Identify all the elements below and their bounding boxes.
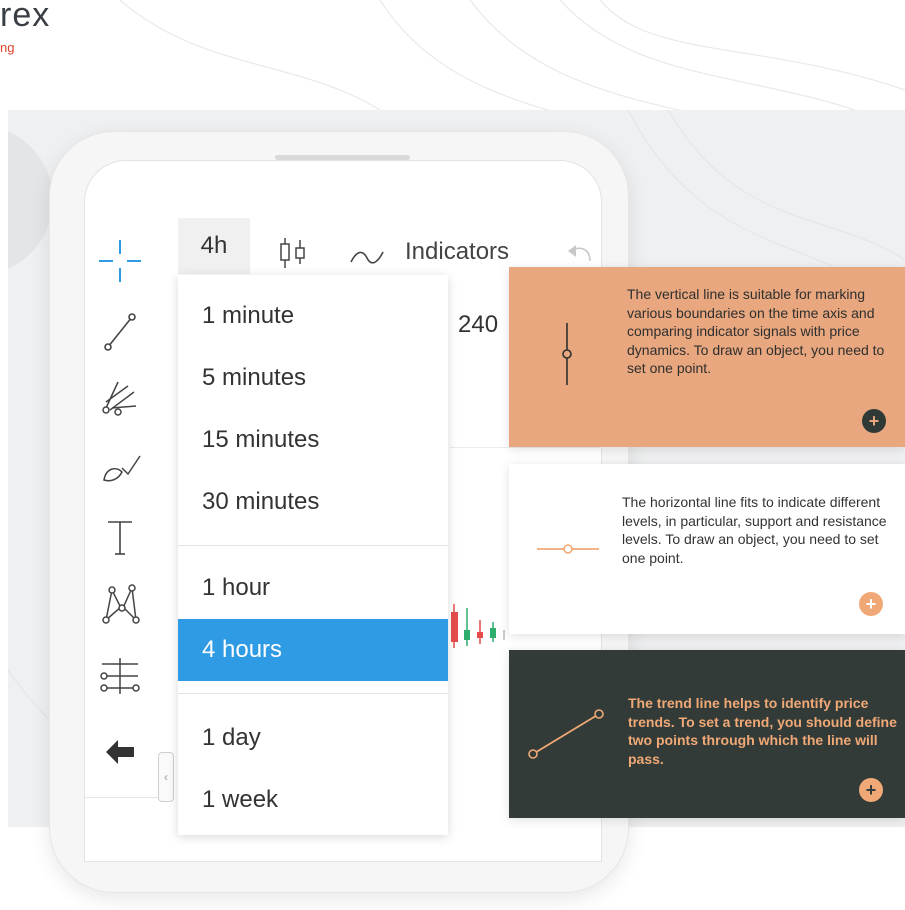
vertical-line-description: The vertical line is suitable for markin… [627,286,885,376]
horizontal-line-card: The horizontal line fits to indicate dif… [509,464,905,634]
pitchfork-icon[interactable] [90,370,150,420]
line-tool-icon[interactable] [90,307,150,357]
timeframe-option-15-minutes[interactable]: 15 minutes [178,409,448,471]
brush-icon[interactable] [90,440,150,490]
brand-subtitle: ng [0,40,15,55]
add-vertical-line-button[interactable]: + [862,409,886,433]
drawing-toolbar [90,222,150,822]
timeframe-option-30-minutes[interactable]: 30 minutes [178,471,448,533]
add-trend-line-button[interactable]: + [859,778,883,802]
pattern-icon[interactable] [90,580,150,630]
timeframe-option-1-minute[interactable]: 1 minute [178,285,448,347]
back-arrow-icon[interactable] [90,727,150,777]
trend-line-description: The trend line helps to identify price t… [628,695,897,767]
timeframe-option-1-day[interactable]: 1 day [178,707,448,769]
trend-line-icon [528,709,604,759]
menu-separator [178,693,448,694]
fibonacci-icon[interactable] [90,652,150,702]
timeframe-button[interactable]: 4h [178,218,250,274]
add-horizontal-line-button[interactable]: + [859,592,883,616]
timeframe-option-1-hour[interactable]: 1 hour [178,557,448,619]
indicators-button[interactable]: Indicators [405,238,509,266]
horizontal-line-icon [537,544,599,554]
timeframe-dropdown: 1 minute 5 minutes 15 minutes 30 minutes… [178,275,448,835]
price-label: 240 [458,311,499,338]
brand-name: rex [0,0,51,34]
timeframe-option-1-week[interactable]: 1 week [178,769,448,831]
collapse-toolbar-button[interactable]: ‹ [158,752,174,802]
toolbar-divider [84,797,164,798]
trend-line-card: The trend line helps to identify price t… [509,650,905,818]
vertical-line-icon [562,323,572,385]
vertical-line-card: The vertical line is suitable for markin… [509,267,905,447]
text-tool-icon[interactable] [90,512,150,562]
timeframe-option-5-minutes[interactable]: 5 minutes [178,347,448,409]
grid-line [450,447,600,448]
menu-separator [178,545,448,546]
candlestick-chart [451,604,505,648]
chart-type-icon[interactable] [276,236,310,270]
undo-icon[interactable] [566,241,594,267]
timeframe-option-4-hours[interactable]: 4 hours [178,619,448,681]
horizontal-line-description: The horizontal line fits to indicate dif… [622,494,887,566]
crosshair-icon[interactable] [90,236,150,286]
indicators-icon[interactable] [349,248,385,268]
